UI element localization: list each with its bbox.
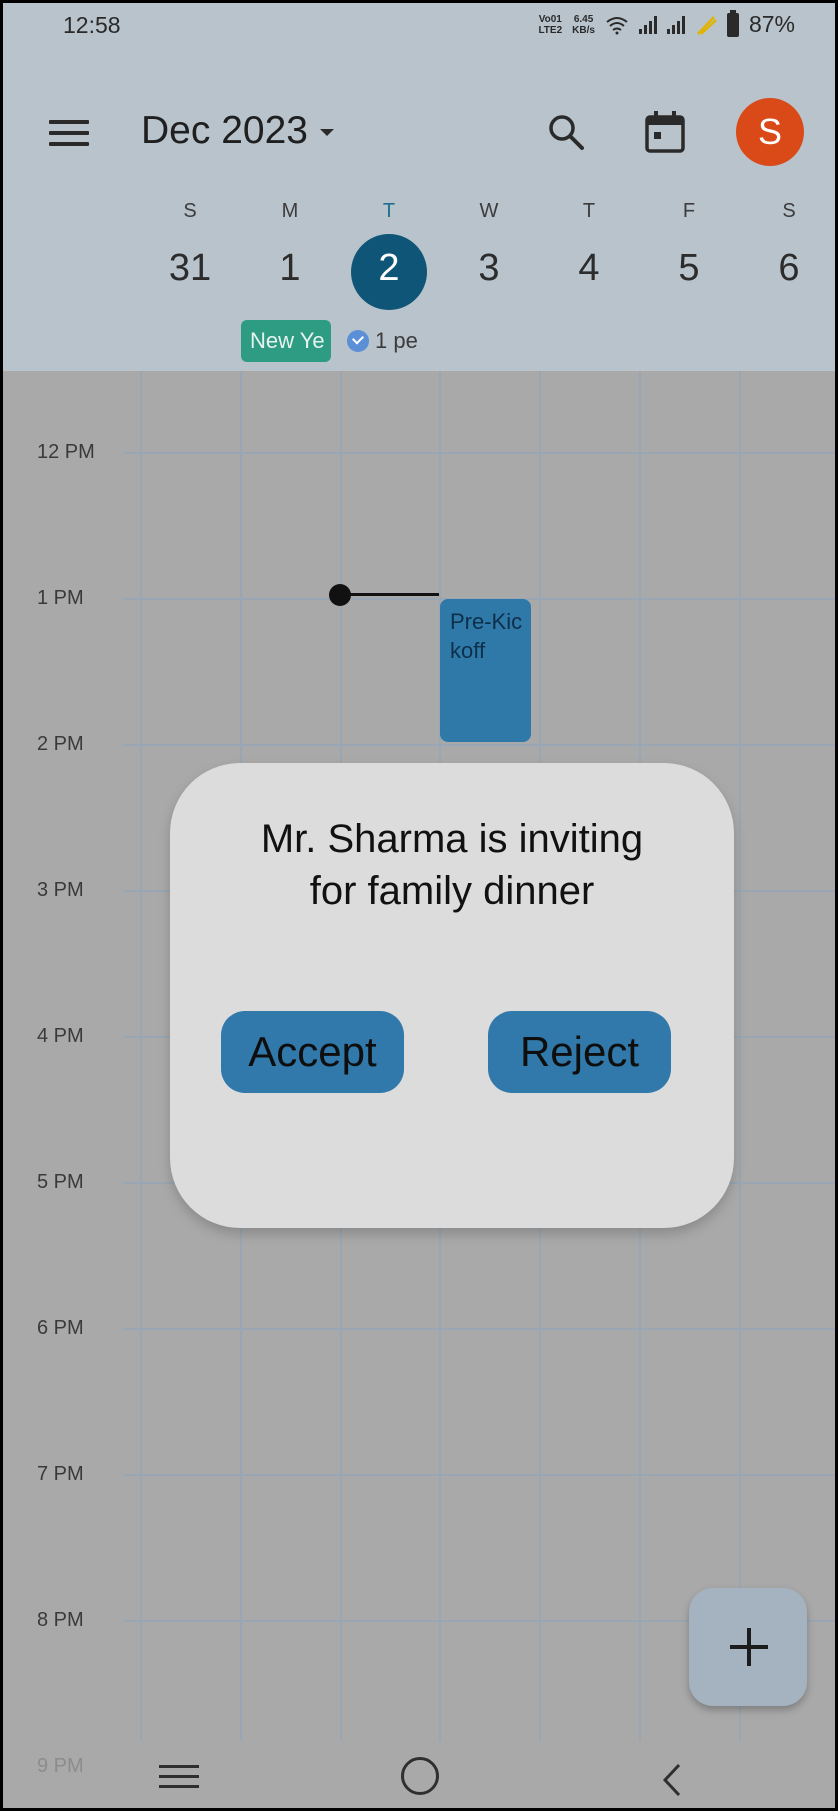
month-label: Dec 2023 <box>141 109 308 152</box>
day-letter: W <box>479 200 499 222</box>
system-nav-bar <box>3 1743 835 1808</box>
recent-apps-icon[interactable] <box>159 1765 199 1789</box>
hour-label: 5 PM <box>37 1171 84 1193</box>
hour-label: 8 PM <box>37 1609 84 1631</box>
day-column-mon[interactable]: M 1 <box>250 200 330 292</box>
more-events-chip[interactable]: 1 pe <box>347 323 431 359</box>
signal-icon <box>666 15 685 34</box>
day-date: 6 <box>778 247 800 289</box>
more-events-label: 1 pe <box>375 328 418 353</box>
accept-button[interactable]: Accept <box>221 1011 404 1093</box>
data-speed-indicator: 6.45 KB/s <box>572 14 595 36</box>
home-icon[interactable] <box>401 1757 439 1795</box>
day-column-thu[interactable]: T 4 <box>549 200 629 292</box>
status-icons: Vo01 LTE2 6.45 KB/s 87% <box>538 9 795 38</box>
hour-label: 3 PM <box>37 879 84 901</box>
holiday-chip[interactable]: New Ye <box>241 320 331 362</box>
day-date: 5 <box>678 247 700 289</box>
day-column-wed[interactable]: W 3 <box>449 200 529 292</box>
day-date: 31 <box>168 247 212 289</box>
hour-label: 6 PM <box>37 1317 84 1339</box>
wifi-icon <box>606 16 628 34</box>
status-bar: 12:58 Vo01 LTE2 6.45 KB/s 87% <box>3 3 835 53</box>
grid-vertical-line <box>739 371 741 1741</box>
calendar-header: 12:58 Vo01 LTE2 6.45 KB/s 87% Dec 2023 S… <box>3 3 835 371</box>
current-time-line <box>343 593 439 596</box>
signal-icon <box>638 15 657 34</box>
charging-icon <box>697 15 717 35</box>
hour-label: 4 PM <box>37 1025 84 1047</box>
data-speed-value: 6.45 <box>573 13 594 25</box>
day-letter: T <box>582 200 596 222</box>
network-type-indicator: Vo01 LTE2 <box>538 14 562 36</box>
battery-percent: 87% <box>748 11 795 37</box>
day-letter: T <box>382 200 396 222</box>
day-letter: F <box>682 200 696 222</box>
menu-icon[interactable] <box>49 120 89 146</box>
back-icon[interactable] <box>655 1761 689 1799</box>
avatar[interactable]: S <box>736 98 804 166</box>
day-column-sun[interactable]: S 31 <box>150 200 230 292</box>
plus-icon <box>747 1628 751 1666</box>
hour-label: 7 PM <box>37 1463 84 1485</box>
hour-line <box>123 744 835 746</box>
event-block[interactable]: Pre-Kickoff <box>440 599 531 742</box>
network-type-bottom: LTE2 <box>538 24 563 36</box>
hour-line <box>123 452 835 454</box>
search-icon[interactable] <box>546 112 586 152</box>
dialog-message-line: Mr. Sharma is inviting <box>260 817 644 861</box>
day-letter: S <box>782 200 796 222</box>
day-column-fri[interactable]: F 5 <box>649 200 729 292</box>
dropdown-caret-icon <box>319 129 334 137</box>
reject-button[interactable]: Reject <box>488 1011 671 1093</box>
network-type-top: Vo01 <box>538 13 562 25</box>
screen: 12:58 Vo01 LTE2 6.45 KB/s 87% Dec 2023 S… <box>0 0 838 1811</box>
dialog-message-line: for family dinner <box>309 869 595 913</box>
task-check-icon <box>347 330 369 352</box>
hour-label: 2 PM <box>37 733 84 755</box>
day-letter: S <box>183 200 197 222</box>
status-time: 12:58 <box>63 12 121 38</box>
day-column-tue[interactable]: T 2 <box>349 200 429 292</box>
day-date: 4 <box>578 247 600 289</box>
today-calendar-icon[interactable] <box>643 110 687 154</box>
hour-label: 1 PM <box>37 587 84 609</box>
hour-line <box>123 1474 835 1476</box>
battery-icon <box>726 9 739 37</box>
day-letter: M <box>281 200 299 222</box>
day-date: 1 <box>279 247 301 289</box>
data-speed-unit: KB/s <box>572 24 595 36</box>
month-selector[interactable]: Dec 2023 <box>141 109 334 153</box>
hour-label: 12 PM <box>37 441 95 463</box>
day-date: 2 <box>378 247 400 289</box>
day-column-sat[interactable]: S 6 <box>749 200 829 292</box>
grid-vertical-line <box>140 371 142 1741</box>
hour-line <box>123 1328 835 1330</box>
invitation-dialog: Mr. Sharma is inviting for family dinner… <box>170 763 734 1228</box>
day-date: 3 <box>478 247 500 289</box>
dialog-message: Mr. Sharma is inviting for family dinner <box>170 813 734 917</box>
create-event-button[interactable] <box>689 1588 807 1706</box>
